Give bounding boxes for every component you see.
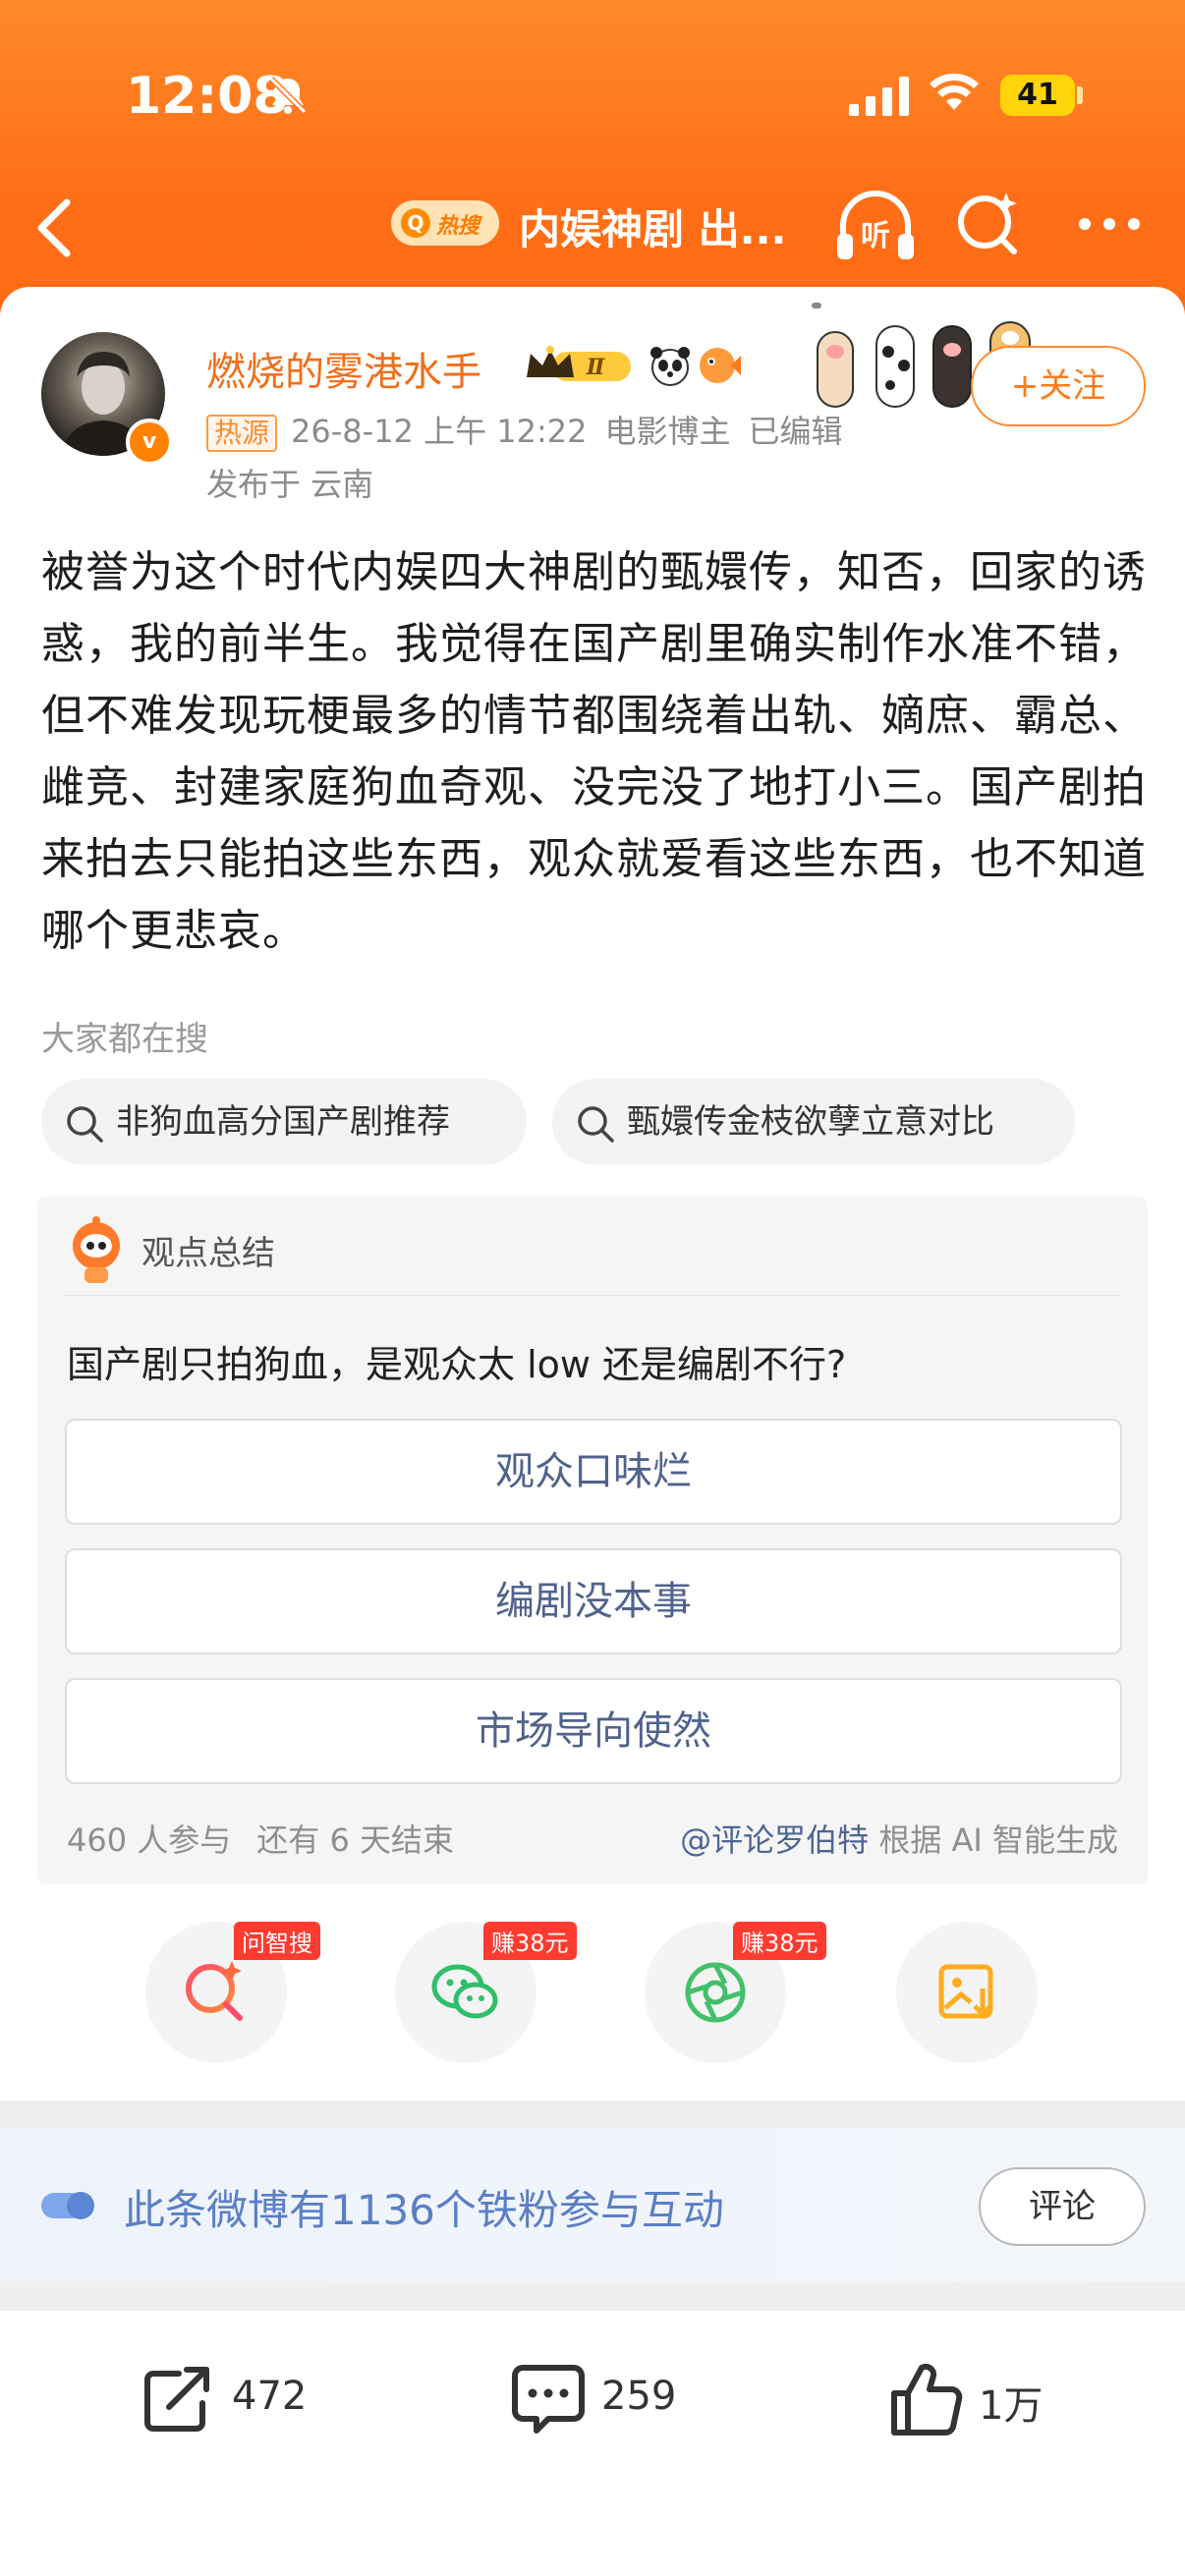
more-options-icon[interactable] [1077,216,1142,232]
action-badge: 赚38元 [733,1922,826,1960]
search-icon [578,1106,614,1143]
post-location: 发布于 云南 [206,466,374,503]
battery-cap [1077,86,1083,104]
opinion-summary-card: 观点总结 国产剧只拍狗血，是观众太 low 还是编剧不行? 观众口味烂 编剧没本… [37,1197,1148,1884]
summary-credit: @评论罗伯特 根据 AI 智能生成 [680,1816,1118,1861]
hot-source-tag[interactable]: 热源 [206,415,278,452]
section-divider [0,2100,1185,2128]
hot-search-icon: Q [401,208,430,238]
nav-title[interactable]: 内娱神剧 出... [519,196,787,256]
hot-search-pill[interactable]: Q 热搜 [391,200,499,246]
share-actions-row: 问智搜 赚38元 赚38元 [0,1922,1185,2063]
save-image-icon [938,1964,993,2019]
listen-headphones-icon[interactable]: 听 [833,187,918,265]
trending-search-heading: 大家都在搜 [41,1020,208,1059]
section-divider [0,2281,1185,2311]
ai-search-icon [186,1961,243,2021]
verified-badge-icon: v [126,419,173,466]
search-suggestion-chip[interactable]: 甄嬛传金枝欲孽立意对比 [552,1079,1075,1165]
poll-option[interactable]: 编剧没本事 [65,1548,1122,1654]
hot-search-label: 热搜 [436,214,480,239]
battery-indicator: 41 [1000,75,1075,116]
poll-remaining-time: 还有 6 天结束 [256,1821,454,1859]
fans-interaction-text: 此条微博有1136个铁粉参与互动 [124,2186,724,2234]
search-suggestion-chip[interactable]: 非狗血高分国产剧推荐 [41,1079,527,1165]
wechat-icon [431,1964,498,2019]
summary-divider [65,1295,1120,1296]
poll-participants: 460 人参与 [67,1821,232,1859]
status-bar: 12:08 41 [0,0,1185,187]
summary-title: 观点总结 [141,1234,275,1273]
ai-search-button[interactable]: 问智搜 [145,1922,320,2063]
comment-icon [512,2365,585,2434]
ai-robot-mascot-icon [73,1216,120,1283]
edited-label[interactable]: 已编辑 [749,413,843,450]
search-icon [67,1106,103,1143]
comment-count: 259 [601,2374,677,2419]
moments-icon [685,1962,746,2023]
search-suggestion-text: 甄嬛传金枝欲孽立意对比 [627,1102,994,1142]
action-badge: 赚38元 [483,1922,577,1960]
fans-interaction-banner[interactable]: 此条微博有1136个铁粉参与互动 评论 [0,2128,1185,2281]
bottom-action-bar: 472 259 1万 [0,2311,1185,2576]
poll-option[interactable]: 市场导向使然 [65,1678,1122,1784]
poll-stats: 460 人参与 还有 6 天结束 [67,1816,454,1861]
top-header: 12:08 41 Q 热搜 内娱神剧 出... 听 [0,0,1185,324]
action-badge: 问智搜 [234,1922,320,1960]
post-meta: 热源 26-8-12 上午 12:22 电影博主 已编辑 [206,407,843,452]
ai-search-icon[interactable] [955,189,1024,257]
author-tag: 电影博主 [604,413,731,450]
fish-emoji-icon [700,348,741,383]
post-timestamp: 26-8-12 上午 12:22 [291,413,588,450]
author-name[interactable]: 燃烧的雾港水手 [206,340,481,397]
poll-question: 国产剧只拍狗血，是观众太 low 还是编剧不行? [67,1343,847,1386]
comment-button[interactable]: 评论 [979,2167,1146,2246]
svg-text:听: 听 [861,219,890,253]
post-body: 被誉为这个时代内娱四大神剧的甄嬛传，知否，回家的诱惑，我的前半生。我觉得在国产剧… [41,547,1147,956]
share-wechat-button[interactable]: 赚38元 [395,1922,577,2063]
follow-button[interactable]: +关注 [971,346,1146,426]
member-level-badge-icon: Ⅱ [527,346,631,381]
search-suggestion-text: 非狗血高分国产剧推荐 [116,1102,450,1142]
fans-toggle-icon [41,2192,94,2219]
credit-suffix: 根据 AI 智能生成 [878,1821,1118,1859]
silent-bell-icon [268,76,308,115]
poll-option[interactable]: 观众口味烂 [65,1419,1122,1525]
signal-icon [849,77,909,116]
wifi-icon [930,73,979,110]
back-arrow-icon[interactable] [29,191,79,265]
panda-emoji-icon [650,347,690,386]
credit-link[interactable]: @评论罗伯特 [680,1821,869,1859]
repost-icon [144,2367,209,2432]
repost-count: 472 [232,2374,308,2419]
share-moments-button[interactable]: 赚38元 [645,1922,826,2063]
level-badge-text: Ⅱ [586,355,606,380]
status-time: 12:08 [126,67,289,126]
nav-bar: Q 热搜 内娱神剧 出... 听 [0,177,1185,285]
thumbs-up-icon [891,2363,963,2436]
save-image-button[interactable] [896,1922,1038,2063]
like-count: 1万 [979,2383,1044,2429]
